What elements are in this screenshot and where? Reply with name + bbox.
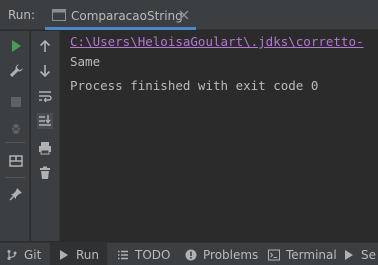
- git-tool-label: Git: [24, 247, 42, 262]
- console-output-line: Same: [70, 54, 101, 69]
- toolbar-divider: [5, 177, 25, 178]
- layout-icon[interactable]: [8, 153, 24, 169]
- terminal-tool-label: Terminal: [286, 247, 337, 262]
- services-tool-label: Se: [361, 247, 376, 262]
- print-icon[interactable]: [37, 140, 53, 156]
- problems-tool-button[interactable]: Problems: [185, 243, 258, 265]
- console-output[interactable]: C:\Users\HeloisaGoulart\.jdks\corretto- …: [61, 31, 378, 241]
- list-icon: [118, 250, 128, 259]
- problems-tool-label: Problems: [203, 247, 259, 262]
- console-output-line: Process finished with exit code 0: [70, 78, 319, 93]
- play-icon: [60, 249, 68, 260]
- debug-bug-icon[interactable]: [8, 120, 24, 136]
- todo-tool-label: TODO: [135, 247, 171, 262]
- todo-tool-button[interactable]: TODO: [117, 243, 170, 265]
- rerun-icon[interactable]: [8, 38, 24, 54]
- git-tool-button[interactable]: Git: [6, 243, 41, 265]
- tab-comparacao-string[interactable]: ComparacaoString: [45, 3, 196, 30]
- stop-icon[interactable]: [8, 94, 24, 110]
- problems-icon: [185, 249, 197, 260]
- run-tool-label: Run: [76, 247, 100, 262]
- scroll-to-end-icon[interactable]: [37, 113, 53, 129]
- trash-icon[interactable]: [37, 165, 53, 181]
- arrow-up-icon[interactable]: [37, 38, 53, 54]
- terminal-icon: [268, 249, 280, 260]
- run-actions-toolbar: [0, 31, 30, 241]
- tool-window-bar: Git Run TODO Problems Terminal Se: [0, 242, 378, 265]
- services-icon: [345, 249, 353, 260]
- tab-title: ComparacaoString: [71, 9, 183, 23]
- wrench-icon[interactable]: [8, 63, 24, 79]
- command-line-link[interactable]: C:\Users\HeloisaGoulart\.jdks\corretto-: [70, 34, 364, 49]
- run-tool-button[interactable]: Run: [50, 243, 107, 265]
- git-branch-icon: [7, 249, 17, 260]
- console-icon: [52, 9, 66, 21]
- soft-wrap-icon[interactable]: [37, 88, 53, 104]
- terminal-tool-button[interactable]: Terminal: [268, 243, 337, 265]
- run-label: Run:: [8, 8, 36, 22]
- services-tool-button[interactable]: Se: [343, 243, 376, 265]
- close-icon[interactable]: [179, 10, 189, 20]
- console-actions-toolbar: [31, 31, 60, 241]
- arrow-down-icon[interactable]: [37, 63, 53, 79]
- toolbar-divider: [5, 142, 25, 143]
- pin-icon[interactable]: [8, 186, 24, 202]
- run-tool-header: Run: ComparacaoString: [0, 0, 378, 30]
